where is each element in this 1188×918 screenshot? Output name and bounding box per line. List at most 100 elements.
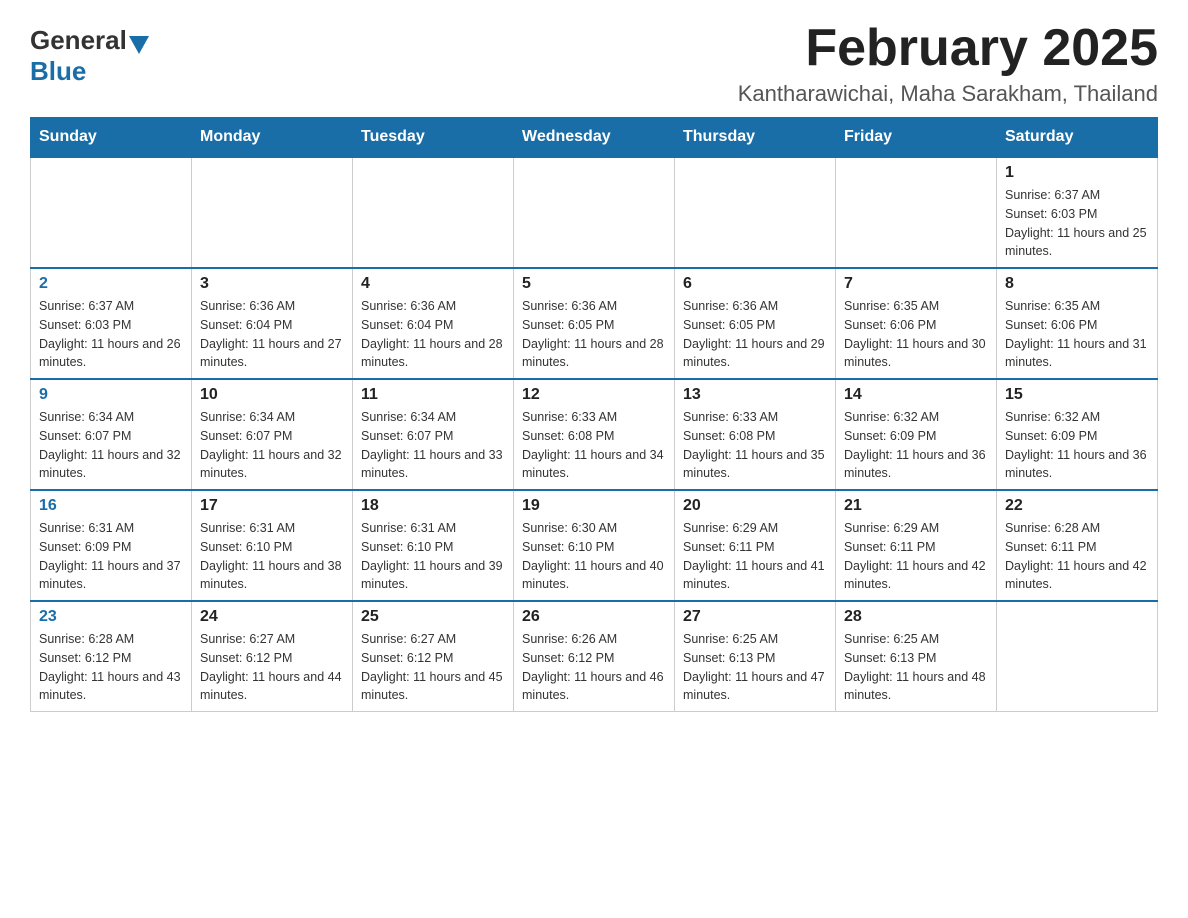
day-info: Sunrise: 6:28 AMSunset: 6:11 PMDaylight:… xyxy=(1005,519,1149,594)
day-number: 6 xyxy=(683,275,827,293)
day-header-sunday: Sunday xyxy=(31,118,192,158)
day-info: Sunrise: 6:32 AMSunset: 6:09 PMDaylight:… xyxy=(844,408,988,483)
page-subtitle: Kantharawichai, Maha Sarakham, Thailand xyxy=(738,81,1158,107)
day-number: 3 xyxy=(200,275,344,293)
day-info: Sunrise: 6:31 AMSunset: 6:10 PMDaylight:… xyxy=(200,519,344,594)
calendar-cell: 9Sunrise: 6:34 AMSunset: 6:07 PMDaylight… xyxy=(31,379,192,490)
calendar-cell: 10Sunrise: 6:34 AMSunset: 6:07 PMDayligh… xyxy=(192,379,353,490)
day-number: 25 xyxy=(361,608,505,626)
day-number: 14 xyxy=(844,386,988,404)
calendar-cell xyxy=(31,157,192,268)
calendar-table: SundayMondayTuesdayWednesdayThursdayFrid… xyxy=(30,117,1158,712)
calendar-cell: 25Sunrise: 6:27 AMSunset: 6:12 PMDayligh… xyxy=(353,601,514,712)
calendar-cell: 5 Sunrise: 6:36 AMSunset: 6:05 PMDaylight… xyxy=(514,268,675,379)
day-info: Sunrise: 6:30 AMSunset: 6:10 PMDaylight:… xyxy=(522,519,666,594)
calendar-cell xyxy=(836,157,997,268)
day-number: 7 xyxy=(844,275,988,293)
days-of-week-row: SundayMondayTuesdayWednesdayThursdayFrid… xyxy=(31,118,1158,158)
day-number: 12 xyxy=(522,386,666,404)
day-info: Sunrise: 6:31 AMSunset: 6:10 PMDaylight:… xyxy=(361,519,505,594)
day-number: 21 xyxy=(844,497,988,515)
logo-triangle-icon xyxy=(129,36,149,54)
calendar-cell: 12 Sunrise: 6:33 AMSunset: 6:08 PMDayligh… xyxy=(514,379,675,490)
day-number: 13 xyxy=(683,386,827,404)
calendar-body: 1 Sunrise: 6:37 AMSunset: 6:03 PMDaylight… xyxy=(31,157,1158,712)
calendar-cell: 6 Sunrise: 6:36 AMSunset: 6:05 PMDaylight… xyxy=(675,268,836,379)
day-number: 19 xyxy=(522,497,666,515)
day-number: 9 xyxy=(39,386,183,404)
day-number: 2 xyxy=(39,275,183,293)
calendar-cell: 18 Sunrise: 6:31 AMSunset: 6:10 PMDayligh… xyxy=(353,490,514,601)
calendar-cell: 14 Sunrise: 6:32 AMSunset: 6:09 PMDayligh… xyxy=(836,379,997,490)
day-header-friday: Friday xyxy=(836,118,997,158)
day-info: Sunrise: 6:36 AMSunset: 6:04 PMDaylight:… xyxy=(200,297,344,372)
day-info: Sunrise: 6:36 AMSunset: 6:05 PMDaylight:… xyxy=(683,297,827,372)
page-header: General Blue February 2025 Kantharawicha… xyxy=(30,20,1158,107)
day-number: 5 xyxy=(522,275,666,293)
logo-blue-text: Blue xyxy=(30,56,86,87)
calendar-cell: 13Sunrise: 6:33 AMSunset: 6:08 PMDayligh… xyxy=(675,379,836,490)
day-number: 8 xyxy=(1005,275,1149,293)
day-info: Sunrise: 6:36 AMSunset: 6:05 PMDaylight:… xyxy=(522,297,666,372)
calendar-cell: 1 Sunrise: 6:37 AMSunset: 6:03 PMDaylight… xyxy=(997,157,1158,268)
day-info: Sunrise: 6:25 AMSunset: 6:13 PMDaylight:… xyxy=(683,630,827,705)
day-header-saturday: Saturday xyxy=(997,118,1158,158)
day-number: 27 xyxy=(683,608,827,626)
day-number: 15 xyxy=(1005,386,1149,404)
week-row-1: 1 Sunrise: 6:37 AMSunset: 6:03 PMDaylight… xyxy=(31,157,1158,268)
calendar-cell: 7 Sunrise: 6:35 AMSunset: 6:06 PMDaylight… xyxy=(836,268,997,379)
day-info: Sunrise: 6:37 AMSunset: 6:03 PMDaylight:… xyxy=(39,297,183,372)
day-info: Sunrise: 6:35 AMSunset: 6:06 PMDaylight:… xyxy=(1005,297,1149,372)
week-row-3: 9 Sunrise: 6:34 AMSunset: 6:07 PMDaylight… xyxy=(31,379,1158,490)
calendar-cell xyxy=(675,157,836,268)
day-number: 28 xyxy=(844,608,988,626)
day-header-wednesday: Wednesday xyxy=(514,118,675,158)
calendar-cell: 8 Sunrise: 6:35 AMSunset: 6:06 PMDaylight… xyxy=(997,268,1158,379)
calendar-cell: 21 Sunrise: 6:29 AMSunset: 6:11 PMDayligh… xyxy=(836,490,997,601)
calendar-cell: 26 Sunrise: 6:26 AMSunset: 6:12 PMDayligh… xyxy=(514,601,675,712)
day-number: 20 xyxy=(683,497,827,515)
calendar-cell: 28 Sunrise: 6:25 AMSunset: 6:13 PMDayligh… xyxy=(836,601,997,712)
day-number: 17 xyxy=(200,497,344,515)
day-info: Sunrise: 6:34 AMSunset: 6:07 PMDaylight:… xyxy=(361,408,505,483)
day-info: Sunrise: 6:36 AMSunset: 6:04 PMDaylight:… xyxy=(361,297,505,372)
day-number: 1 xyxy=(1005,164,1149,182)
calendar-cell: 3 Sunrise: 6:36 AMSunset: 6:04 PMDaylight… xyxy=(192,268,353,379)
calendar-cell xyxy=(192,157,353,268)
day-number: 23 xyxy=(39,608,183,626)
calendar-cell: 20 Sunrise: 6:29 AMSunset: 6:11 PMDayligh… xyxy=(675,490,836,601)
calendar-cell: 15Sunrise: 6:32 AMSunset: 6:09 PMDayligh… xyxy=(997,379,1158,490)
calendar-cell xyxy=(997,601,1158,712)
day-header-monday: Monday xyxy=(192,118,353,158)
day-number: 4 xyxy=(361,275,505,293)
day-info: Sunrise: 6:27 AMSunset: 6:12 PMDaylight:… xyxy=(200,630,344,705)
calendar-cell: 27 Sunrise: 6:25 AMSunset: 6:13 PMDayligh… xyxy=(675,601,836,712)
day-number: 18 xyxy=(361,497,505,515)
page-title: February 2025 xyxy=(738,20,1158,77)
calendar-cell: 19 Sunrise: 6:30 AMSunset: 6:10 PMDayligh… xyxy=(514,490,675,601)
day-info: Sunrise: 6:29 AMSunset: 6:11 PMDaylight:… xyxy=(844,519,988,594)
day-info: Sunrise: 6:25 AMSunset: 6:13 PMDaylight:… xyxy=(844,630,988,705)
calendar-header: SundayMondayTuesdayWednesdayThursdayFrid… xyxy=(31,118,1158,158)
day-number: 22 xyxy=(1005,497,1149,515)
calendar-cell: 24 Sunrise: 6:27 AMSunset: 6:12 PMDayligh… xyxy=(192,601,353,712)
day-info: Sunrise: 6:35 AMSunset: 6:06 PMDaylight:… xyxy=(844,297,988,372)
day-header-thursday: Thursday xyxy=(675,118,836,158)
day-number: 11 xyxy=(361,386,505,404)
day-info: Sunrise: 6:37 AMSunset: 6:03 PMDaylight:… xyxy=(1005,186,1149,261)
day-number: 16 xyxy=(39,497,183,515)
calendar-cell: 11 Sunrise: 6:34 AMSunset: 6:07 PMDayligh… xyxy=(353,379,514,490)
calendar-cell: 4 Sunrise: 6:36 AMSunset: 6:04 PMDaylight… xyxy=(353,268,514,379)
day-info: Sunrise: 6:29 AMSunset: 6:11 PMDaylight:… xyxy=(683,519,827,594)
calendar-cell: 22 Sunrise: 6:28 AMSunset: 6:11 PMDayligh… xyxy=(997,490,1158,601)
day-info: Sunrise: 6:26 AMSunset: 6:12 PMDaylight:… xyxy=(522,630,666,705)
week-row-2: 2 Sunrise: 6:37 AMSunset: 6:03 PMDaylight… xyxy=(31,268,1158,379)
calendar-cell: 23 Sunrise: 6:28 AMSunset: 6:12 PMDayligh… xyxy=(31,601,192,712)
day-info: Sunrise: 6:33 AMSunset: 6:08 PMDaylight:… xyxy=(522,408,666,483)
calendar-cell: 2 Sunrise: 6:37 AMSunset: 6:03 PMDaylight… xyxy=(31,268,192,379)
day-info: Sunrise: 6:28 AMSunset: 6:12 PMDaylight:… xyxy=(39,630,183,705)
week-row-5: 23 Sunrise: 6:28 AMSunset: 6:12 PMDayligh… xyxy=(31,601,1158,712)
day-number: 26 xyxy=(522,608,666,626)
week-row-4: 16Sunrise: 6:31 AMSunset: 6:09 PMDayligh… xyxy=(31,490,1158,601)
day-number: 24 xyxy=(200,608,344,626)
